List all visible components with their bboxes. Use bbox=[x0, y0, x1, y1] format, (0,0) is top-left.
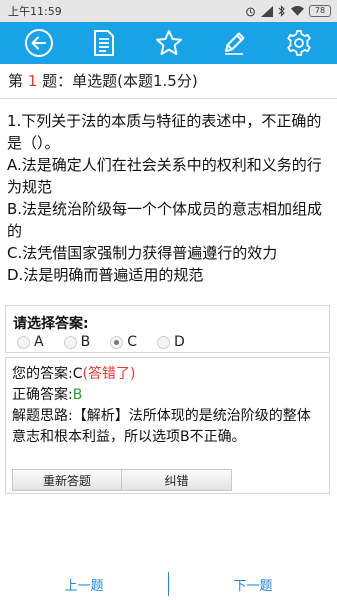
question-option-c: C.法凭借国家强制力获得普遍遵行的效力 bbox=[7, 244, 278, 262]
battery-icon: 78 bbox=[309, 5, 331, 17]
answer-option-b[interactable]: B bbox=[63, 334, 91, 350]
your-answer-label: 您的答案: bbox=[12, 366, 73, 382]
star-icon bbox=[155, 30, 182, 55]
gear-icon bbox=[286, 30, 311, 56]
result-box: 您的答案:C(答错了) 正确答案:B 解题思路:【解析】法所体现的是统治阶级的整… bbox=[5, 357, 330, 494]
favorite-button[interactable] bbox=[152, 26, 186, 60]
battery-level: 78 bbox=[314, 6, 326, 15]
answer-option-a-label: A bbox=[34, 334, 44, 350]
your-answer-value: C bbox=[72, 366, 83, 382]
toolbar bbox=[0, 22, 337, 64]
answer-selection-box: 请选择答案: A B C D bbox=[5, 305, 330, 353]
answer-option-c-label: C bbox=[127, 334, 137, 350]
next-question-button[interactable]: 下一题 bbox=[169, 575, 337, 594]
question-option-a: A.法是确定人们在社会关系中的权利和义务的行为规范 bbox=[7, 156, 322, 196]
answer-options: A B C D bbox=[17, 334, 185, 350]
status-icons: 78 bbox=[245, 5, 331, 17]
question-header: 第 1 题：单选题(本题1.5分) bbox=[8, 70, 198, 91]
signal-icon bbox=[261, 5, 273, 17]
question-prefix: 第 bbox=[8, 72, 24, 90]
answer-option-d[interactable]: D bbox=[156, 334, 185, 350]
question-number: 1 bbox=[27, 72, 38, 90]
your-answer-line: 您的答案:C(答错了) bbox=[12, 364, 324, 385]
settings-button[interactable] bbox=[282, 26, 316, 60]
correct-answer-value: B bbox=[72, 387, 83, 403]
answer-option-c[interactable]: C bbox=[110, 334, 137, 350]
back-button[interactable] bbox=[22, 26, 56, 60]
question-stem: 1.下列关于法的本质与特征的表述中，不正确的是（）。 bbox=[7, 112, 322, 152]
analysis-line: 解题思路:【解析】法所体现的是统治阶级的整体意志和根本利益，所以选项B不正确。 bbox=[12, 406, 324, 448]
alarm-icon bbox=[246, 7, 255, 16]
radio-b[interactable] bbox=[63, 335, 77, 349]
document-list-icon bbox=[93, 30, 114, 56]
prev-question-button[interactable]: 上一题 bbox=[0, 575, 168, 594]
answer-option-b-label: B bbox=[80, 334, 91, 350]
bottom-navigation: 上一题 下一题 bbox=[0, 568, 337, 600]
retry-button[interactable]: 重新答题 bbox=[12, 469, 122, 491]
correct-answer-line: 正确答案:B bbox=[12, 385, 324, 406]
header-divider bbox=[0, 98, 337, 99]
pencil-icon bbox=[224, 32, 244, 55]
result-text: 您的答案:C(答错了) 正确答案:B 解题思路:【解析】法所体现的是统治阶级的整… bbox=[12, 364, 324, 448]
status-bar: 上午11:59 78 bbox=[0, 0, 337, 22]
back-arrow-icon bbox=[24, 29, 53, 57]
radio-d[interactable] bbox=[156, 335, 170, 349]
wrong-indicator: (答错了) bbox=[82, 366, 136, 382]
analysis-label: 解题思路: bbox=[12, 408, 73, 424]
question-type: 题：单选题(本题1.5分) bbox=[42, 72, 198, 90]
answer-option-d-label: D bbox=[173, 334, 185, 350]
correct-answer-label: 正确答案: bbox=[12, 387, 73, 403]
result-buttons: 重新答题 纠错 bbox=[12, 469, 232, 491]
question-option-d: D.法是明确而普遍适用的规范 bbox=[7, 266, 204, 284]
answer-title: 请选择答案: bbox=[13, 316, 89, 332]
answer-option-a[interactable]: A bbox=[17, 334, 44, 350]
edit-note-button[interactable] bbox=[217, 26, 251, 60]
report-error-button[interactable]: 纠错 bbox=[122, 469, 232, 491]
wifi-icon bbox=[291, 6, 304, 16]
bluetooth-icon bbox=[278, 5, 285, 17]
question-list-button[interactable] bbox=[87, 26, 121, 60]
status-time: 上午11:59 bbox=[8, 5, 62, 18]
question-option-b: B.法是统治阶级每一个个体成员的意志相加组成的 bbox=[7, 200, 323, 240]
question-body: 1.下列关于法的本质与特征的表述中，不正确的是（）。 A.法是确定人们在社会关系… bbox=[7, 110, 333, 286]
radio-a[interactable] bbox=[17, 335, 30, 349]
radio-c[interactable] bbox=[110, 335, 124, 349]
